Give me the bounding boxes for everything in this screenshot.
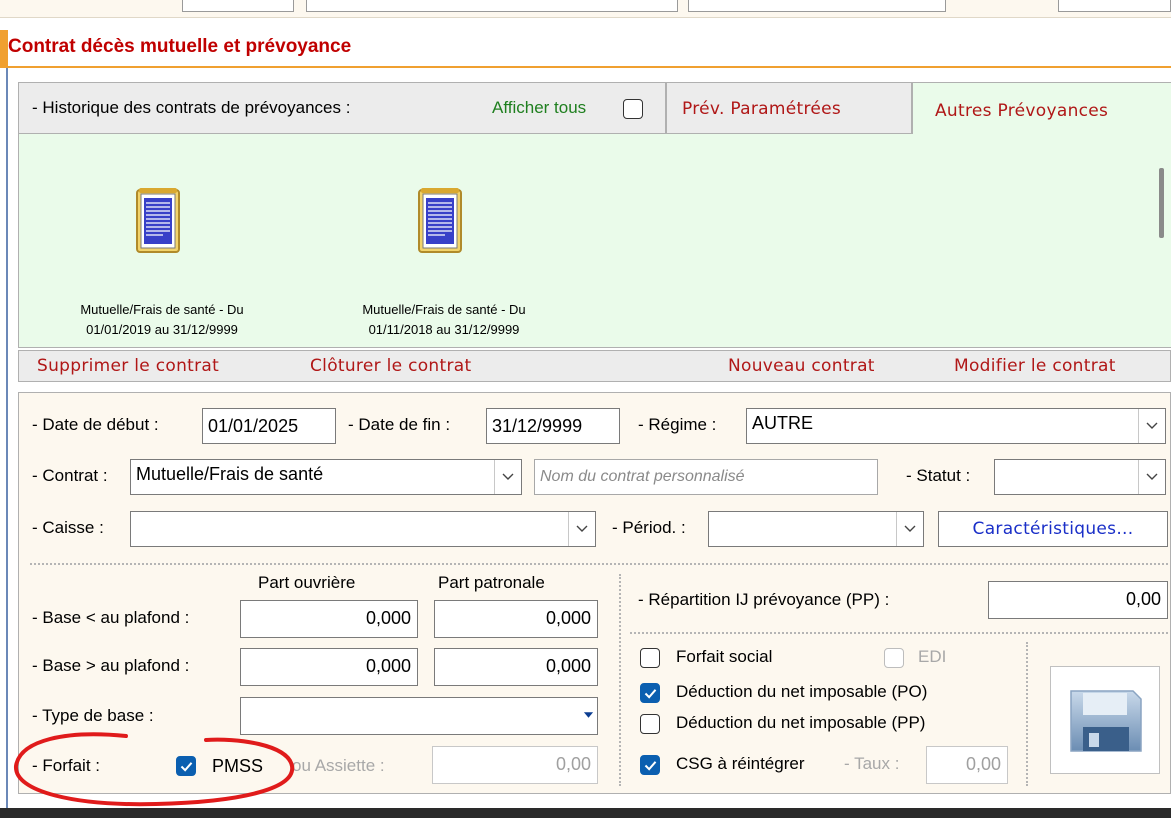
action-bar: Supprimer le contrat Clôturer le contrat… [18, 350, 1171, 382]
contract-label-line1: Mutuelle/Frais de santé - Du [362, 302, 526, 317]
show-all-checkbox[interactable] [623, 99, 643, 119]
date-fin-value: 31/12/9999 [492, 416, 583, 436]
date-fin-label: - Date de fin : [348, 415, 451, 434]
chevron-down-icon[interactable] [568, 512, 595, 546]
separator-vertical [619, 574, 621, 786]
edi-label: EDI [918, 647, 947, 666]
regime-select[interactable]: AUTRE [746, 408, 1166, 444]
new-contract-button[interactable]: Nouveau contrat [728, 356, 875, 376]
tab-autres-prevoyances[interactable]: Autres Prévoyances [912, 82, 1171, 136]
date-fin-field[interactable]: 31/12/9999 [486, 408, 620, 444]
bottom-border [0, 808, 1171, 818]
section-title: Contrat décès mutuelle et prévoyance [8, 36, 352, 57]
top-field-2[interactable] [306, 0, 678, 12]
history-label: - Historique des contrats de prévoyances… [32, 98, 351, 117]
base-sup-patronale-field[interactable]: 0,000 [434, 648, 598, 686]
base-inf-patronale-field[interactable]: 0,000 [434, 600, 598, 638]
top-field-4[interactable] [1058, 0, 1171, 12]
contrat-value: Mutuelle/Frais de santé [136, 464, 324, 484]
base-sup-ouvriere-field[interactable]: 0,000 [240, 648, 418, 686]
contrat-select[interactable]: Mutuelle/Frais de santé [130, 459, 522, 495]
separator-horizontal [30, 563, 1168, 565]
statut-label: - Statut : [906, 466, 971, 485]
taux-field[interactable]: 0,00 [926, 746, 1008, 784]
regime-label: - Régime : [638, 415, 717, 434]
separator-horizontal-right [630, 632, 1168, 634]
contrat-label: - Contrat : [32, 466, 108, 485]
contrat-name-placeholder: Nom du contrat personnalisé [540, 468, 745, 485]
caisse-select[interactable] [130, 511, 596, 547]
caracteristiques-button[interactable]: Caractéristiques... [938, 511, 1168, 547]
periode-label: - Périod. : [612, 518, 686, 537]
type-base-label: - Type de base : [32, 706, 154, 725]
date-debut-value: 01/01/2025 [208, 416, 299, 436]
contract-label-line2: 01/11/2018 au 31/12/9999 [368, 322, 520, 337]
chevron-down-icon[interactable] [494, 460, 521, 494]
date-debut-field[interactable]: 01/01/2025 [202, 408, 336, 444]
document-icon [136, 188, 180, 253]
chevron-down-icon[interactable] [896, 512, 923, 546]
history-panel: Mutuelle/Frais de santé - Du 01/01/2019 … [18, 134, 1171, 348]
chevron-down-icon[interactable] [581, 702, 595, 728]
forfait-social-checkbox[interactable] [640, 648, 660, 668]
edi-checkbox[interactable] [884, 648, 904, 668]
top-field-1[interactable] [182, 0, 294, 12]
chevron-down-icon[interactable] [1138, 460, 1165, 494]
history-scrollbar-thumb[interactable] [1159, 168, 1164, 238]
left-accent-bar [0, 30, 8, 68]
statut-select[interactable] [994, 459, 1166, 495]
contract-item[interactable]: Mutuelle/Frais de santé - Du 01/11/2018 … [325, 188, 563, 348]
deduction-po-label: Déduction du net imposable (PO) [676, 682, 928, 701]
assiette-field[interactable]: 0,00 [432, 746, 598, 784]
left-border-line [6, 68, 8, 808]
forfait-social-label: Forfait social [676, 647, 773, 666]
show-all-label[interactable]: Afficher tous [492, 98, 586, 118]
taux-label: - Taux : [844, 754, 900, 773]
caracteristiques-button-label: Caractéristiques... [972, 519, 1134, 539]
base-sup-label: - Base > au plafond : [32, 656, 190, 675]
csg-label: CSG à réintégrer [676, 754, 805, 773]
top-strip [0, 0, 1171, 18]
tab-prev-parametrees[interactable]: Prév. Paramétrées [666, 82, 912, 134]
date-debut-label: - Date de début : [32, 415, 159, 434]
edit-contract-button[interactable]: Modifier le contrat [954, 356, 1116, 376]
annotation-circle [13, 732, 295, 807]
caisse-label: - Caisse : [32, 518, 104, 537]
repartition-label: - Répartition IJ prévoyance (PP) : [638, 590, 890, 609]
part-patronale-header: Part patronale [438, 573, 545, 592]
tab-prev-parametrees-label: Prév. Paramétrées [682, 99, 842, 119]
deduction-pp-label: Déduction du net imposable (PP) [676, 713, 926, 732]
contrat-name-input[interactable]: Nom du contrat personnalisé [534, 459, 878, 495]
deduction-po-checkbox[interactable] [640, 683, 660, 703]
deduction-pp-checkbox[interactable] [640, 714, 660, 734]
part-ouvriere-header: Part ouvrière [258, 573, 356, 592]
csg-checkbox[interactable] [640, 755, 660, 775]
regime-value: AUTRE [752, 413, 814, 433]
delete-contract-button[interactable]: Supprimer le contrat [37, 356, 219, 376]
separator-vertical-right [1026, 642, 1028, 786]
floppy-disk-icon [1070, 690, 1142, 752]
tab-autres-prevoyances-label: Autres Prévoyances [935, 101, 1109, 121]
base-inf-label: - Base < au plafond : [32, 608, 190, 627]
periode-select[interactable] [708, 511, 924, 547]
repartition-field[interactable]: 0,00 [988, 581, 1168, 619]
close-contract-button[interactable]: Clôturer le contrat [310, 356, 471, 376]
section-title-underline [8, 66, 1171, 68]
contract-label-line2: 01/01/2019 au 31/12/9999 [86, 322, 238, 337]
ou-assiette-label: ou Assiette : [292, 756, 385, 775]
base-inf-ouvriere-field[interactable]: 0,000 [240, 600, 418, 638]
contract-label-line1: Mutuelle/Frais de santé - Du [80, 302, 244, 317]
contract-item[interactable]: Mutuelle/Frais de santé - Du 01/01/2019 … [43, 188, 281, 348]
top-field-3[interactable] [688, 0, 946, 12]
save-button[interactable] [1050, 666, 1160, 774]
document-icon [418, 188, 462, 253]
chevron-down-icon[interactable] [1138, 409, 1165, 443]
